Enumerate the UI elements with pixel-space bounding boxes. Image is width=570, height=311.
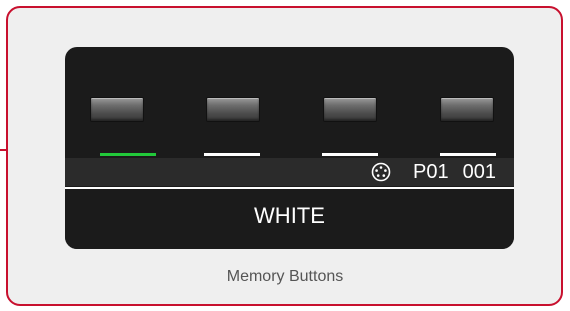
midi-connector-icon bbox=[371, 162, 391, 182]
patch-bank: P01 bbox=[413, 161, 449, 183]
memory-indicator-2 bbox=[204, 153, 260, 156]
memory-button-row bbox=[65, 47, 514, 155]
patch-name: WHITE bbox=[254, 203, 325, 228]
memory-button-4[interactable] bbox=[440, 97, 494, 122]
patch-number: 001 bbox=[462, 161, 496, 183]
memory-button-1[interactable] bbox=[90, 97, 144, 122]
memory-button-3[interactable] bbox=[323, 97, 377, 122]
memory-indicator-4 bbox=[440, 153, 496, 156]
memory-button-2[interactable] bbox=[206, 97, 260, 122]
patch-code: P01 001 bbox=[413, 160, 496, 184]
memory-indicator-1 bbox=[100, 153, 156, 156]
memory-indicator-3 bbox=[322, 153, 378, 156]
caption-label: Memory Buttons bbox=[226, 268, 344, 285]
device-panel: P01 001 WHITE bbox=[65, 47, 514, 249]
